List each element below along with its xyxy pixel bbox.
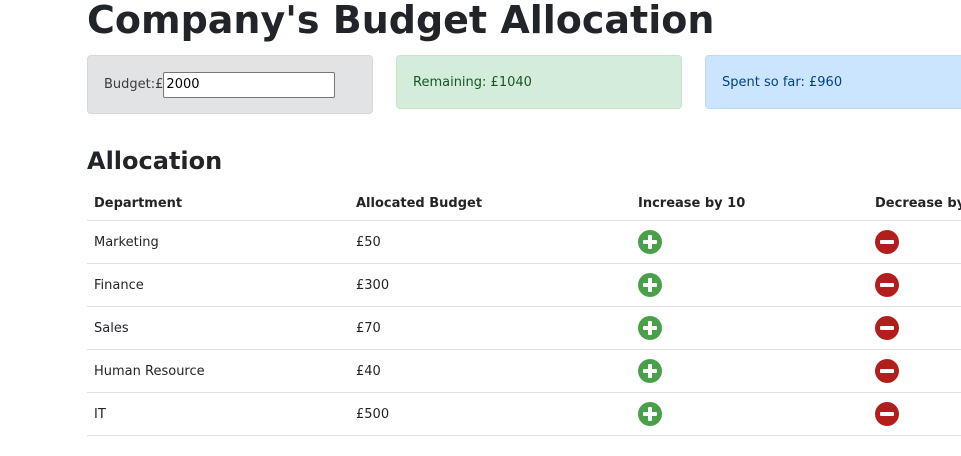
allocation-table: Department Allocated Budget Increase by … [87,186,961,436]
column-header-increase: Increase by 10 [631,186,868,221]
table-row: Marketing £50 [87,220,961,264]
increase-cell [631,392,868,436]
table-row: Finance £300 [87,263,961,307]
department-cell: Sales [87,306,349,350]
increase-cell [631,220,868,264]
decrease-cell [868,263,961,307]
table-row: IT £500 [87,392,961,436]
budget-card: Budget:£ [87,55,373,114]
remaining-card: Remaining: £1040 [396,55,682,109]
increase-cell [631,263,868,307]
remaining-text: Remaining: £1040 [413,74,532,90]
department-cell: Finance [87,263,349,307]
decrease-cell [868,349,961,393]
page: Company's Budget Allocation Budget:£ Rem… [0,0,961,456]
page-title: Company's Budget Allocation [87,0,715,42]
column-header-decrease: Decrease by 10 [868,186,961,221]
plus-circle-icon[interactable] [638,359,662,383]
plus-circle-icon[interactable] [638,402,662,426]
minus-circle-icon[interactable] [875,316,899,340]
minus-circle-icon[interactable] [875,273,899,297]
department-cell: Marketing [87,220,349,264]
budget-label: Budget:£ [104,77,164,92]
table-row: Sales £70 [87,306,961,350]
allocated-budget-cell: £50 [349,220,631,264]
allocation-heading: Allocation [87,147,223,175]
plus-circle-icon[interactable] [638,230,662,254]
budget-input[interactable] [163,71,336,98]
decrease-cell [868,392,961,436]
allocated-budget-cell: £70 [349,306,631,350]
minus-circle-icon[interactable] [875,402,899,426]
increase-cell [631,306,868,350]
decrease-cell [868,220,961,264]
table-header-row: Department Allocated Budget Increase by … [87,186,961,221]
allocated-budget-cell: £500 [349,392,631,436]
table-row: Human Resource £40 [87,349,961,393]
spent-card: Spent so far: £960 [705,55,961,109]
column-header-department: Department [87,186,349,221]
decrease-cell [868,306,961,350]
minus-circle-icon[interactable] [875,359,899,383]
column-header-allocated-budget: Allocated Budget [349,186,631,221]
department-cell: IT [87,392,349,436]
plus-circle-icon[interactable] [638,273,662,297]
allocated-budget-cell: £40 [349,349,631,393]
spent-text: Spent so far: £960 [722,74,843,90]
increase-cell [631,349,868,393]
plus-circle-icon[interactable] [638,316,662,340]
allocated-budget-cell: £300 [349,263,631,307]
department-cell: Human Resource [87,349,349,393]
minus-circle-icon[interactable] [875,230,899,254]
